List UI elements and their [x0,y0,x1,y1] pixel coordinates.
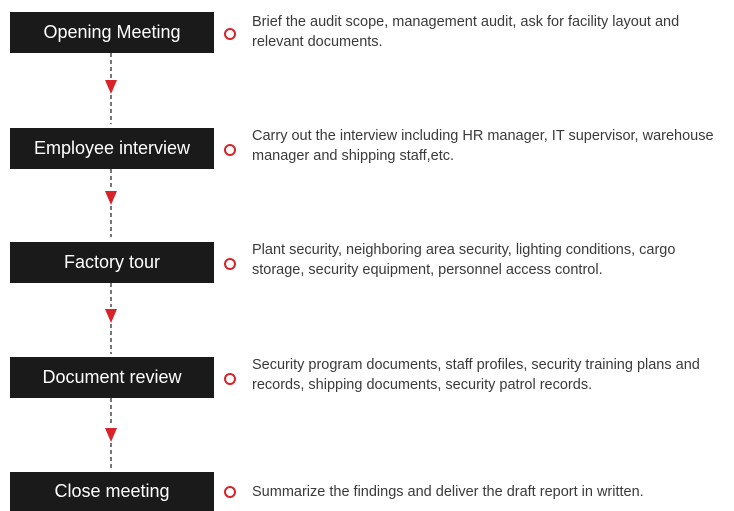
circle-bullet-icon [224,144,236,156]
step-description: Summarize the findings and deliver the d… [252,484,644,500]
step-description: Plant security, neighboring area securit… [252,242,676,278]
circle-bullet-icon [224,28,236,40]
arrow-down-icon [105,309,117,323]
circle-bullet-icon [224,486,236,498]
step-box-factory-tour: Factory tour [10,242,214,283]
arrow-down-icon [105,428,117,442]
connector-arrow [104,53,118,135]
step-label: Document review [42,367,182,387]
connector-arrow [104,169,118,251]
step-box-opening-meeting: Opening Meeting [10,12,214,53]
step-label: Factory tour [63,252,161,272]
step-label: Opening Meeting [43,22,181,42]
step-label: Employee interview [33,138,191,158]
step-description: Carry out the interview including HR man… [252,128,714,164]
step-box-document-review: Document review [10,357,214,398]
circle-bullet-icon [224,373,236,385]
circle-bullet-icon [224,258,236,270]
step-label: Close meeting [54,481,170,501]
arrow-down-icon [105,80,117,94]
connector-arrow [104,398,118,480]
step-box-close-meeting: Close meeting [10,472,214,511]
step-box-employee-interview: Employee interview [10,128,214,169]
step-description: Brief the audit scope, management audit,… [252,14,680,50]
arrow-down-icon [105,191,117,205]
step-description: Security program documents, staff profil… [252,357,700,393]
connector-arrow [104,283,118,365]
